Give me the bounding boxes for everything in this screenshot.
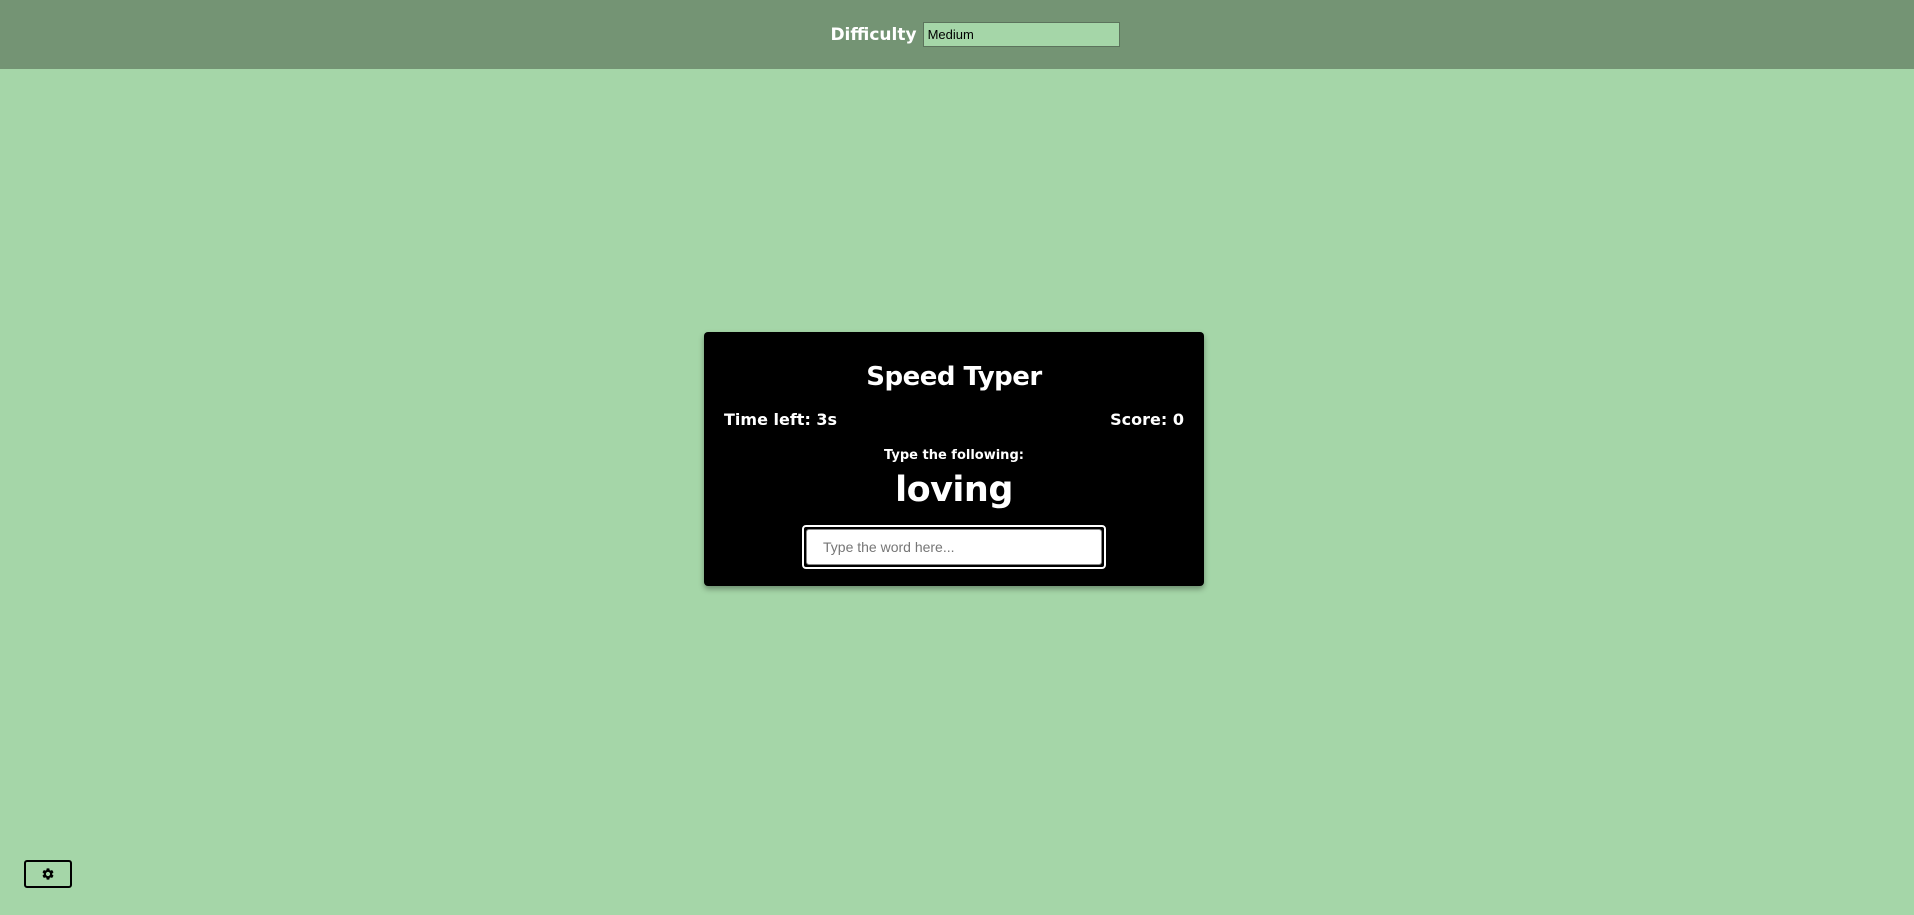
prompt-label: Type the following: — [884, 448, 1024, 463]
time-left: Time left: 3s — [724, 410, 838, 429]
word-input-wrapper — [802, 525, 1106, 569]
score: Score: 0 — [1110, 410, 1184, 429]
difficulty-select[interactable]: Medium — [922, 22, 1120, 47]
settings-bar: Difficulty Medium — [0, 0, 1914, 69]
settings-button[interactable] — [24, 860, 72, 888]
difficulty-label: Difficulty — [830, 24, 917, 45]
gear-icon — [42, 868, 54, 880]
target-word: loving — [895, 470, 1013, 510]
word-input[interactable] — [806, 529, 1102, 565]
game-title: Speed Typer — [866, 362, 1042, 392]
game-container: Speed Typer Time left: 3s Score: 0 Type … — [704, 332, 1204, 586]
